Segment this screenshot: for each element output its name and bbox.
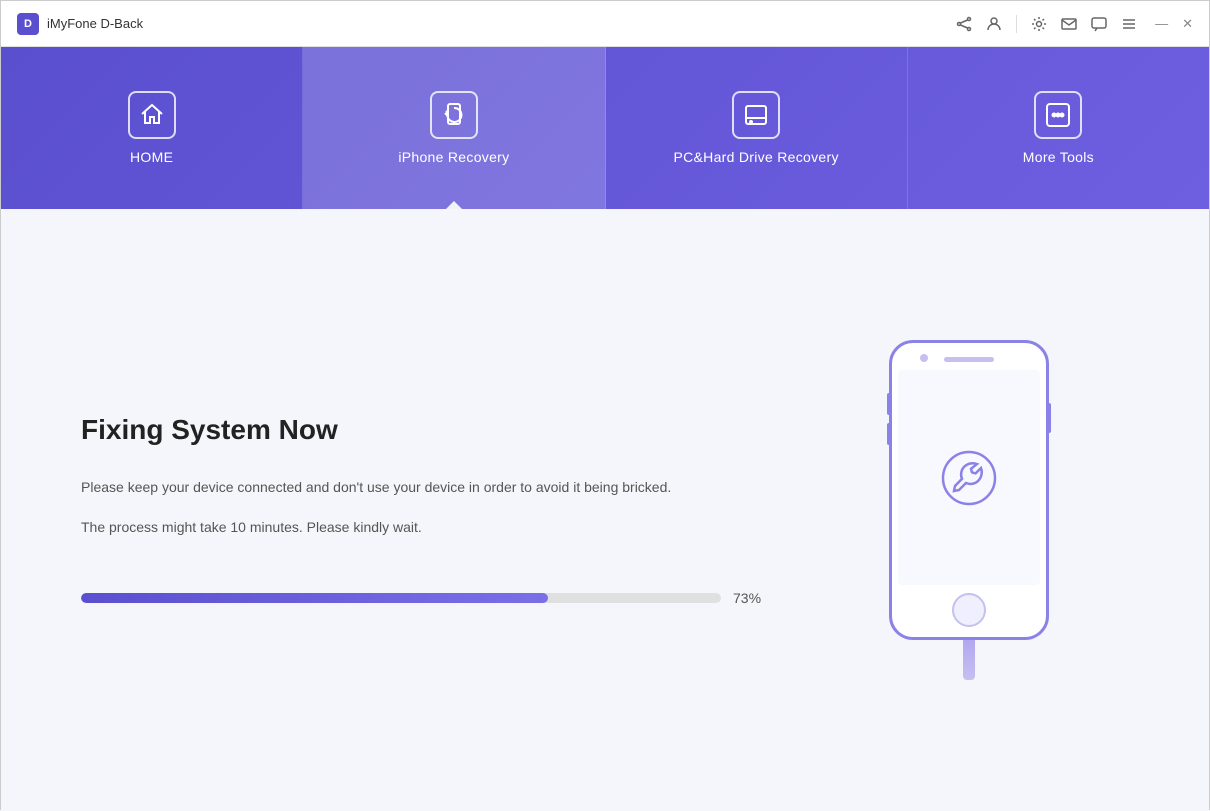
left-panel: Fixing System Now Please keep your devic… xyxy=(81,414,809,606)
user-icon[interactable] xyxy=(986,16,1002,32)
divider xyxy=(1016,15,1017,33)
phone-speaker xyxy=(944,357,994,362)
nav-pc-label: PC&Hard Drive Recovery xyxy=(673,149,838,165)
more-tools-icon xyxy=(1034,91,1082,139)
wrench-icon xyxy=(939,448,999,508)
phone-home-button xyxy=(952,593,986,627)
phone-body xyxy=(889,340,1049,640)
close-button[interactable]: ✕ xyxy=(1182,16,1193,32)
nav-item-iphone-recovery[interactable]: iPhone Recovery xyxy=(303,47,605,209)
right-panel xyxy=(809,340,1129,680)
nav-item-more-tools[interactable]: More Tools xyxy=(908,47,1209,209)
progress-label: 73% xyxy=(733,590,769,606)
mail-icon[interactable] xyxy=(1061,16,1077,32)
chat-icon[interactable] xyxy=(1091,16,1107,32)
progress-bar-track xyxy=(81,593,721,603)
phone-vol-down-button xyxy=(887,423,891,445)
nav-home-label: HOME xyxy=(130,149,173,165)
nav-more-label: More Tools xyxy=(1023,149,1094,165)
nav-bar: HOME iPhone Recovery PC&Hard Drive Recov… xyxy=(1,47,1209,209)
app-name: iMyFone D-Back xyxy=(47,16,143,31)
gear-icon[interactable] xyxy=(1031,16,1047,32)
fixing-desc1: Please keep your device connected and do… xyxy=(81,476,769,500)
phone-illustration xyxy=(889,340,1049,680)
title-bar: D iMyFone D-Back xyxy=(1,1,1209,47)
menu-icon[interactable] xyxy=(1121,16,1137,32)
title-bar-controls: — ✕ xyxy=(956,15,1193,33)
progress-bar-fill xyxy=(81,593,548,603)
nav-item-pc-harddrive[interactable]: PC&Hard Drive Recovery xyxy=(606,47,908,209)
app-logo: D xyxy=(17,13,39,35)
main-content: Fixing System Now Please keep your devic… xyxy=(1,209,1209,811)
iphone-recovery-icon xyxy=(430,91,478,139)
nav-iphone-label: iPhone Recovery xyxy=(398,149,509,165)
minimize-button[interactable]: — xyxy=(1155,16,1168,31)
phone-vol-up-button xyxy=(887,393,891,415)
home-icon xyxy=(128,91,176,139)
fixing-desc2: The process might take 10 minutes. Pleas… xyxy=(81,516,769,540)
progress-container: 73% xyxy=(81,590,769,606)
phone-screen xyxy=(898,370,1040,585)
nav-item-home[interactable]: HOME xyxy=(1,47,303,209)
share-icon[interactable] xyxy=(956,16,972,32)
phone-side-button xyxy=(1047,403,1051,433)
fixing-title: Fixing System Now xyxy=(81,414,769,446)
phone-cable xyxy=(963,640,975,680)
pc-harddrive-icon xyxy=(732,91,780,139)
phone-camera xyxy=(920,354,928,362)
